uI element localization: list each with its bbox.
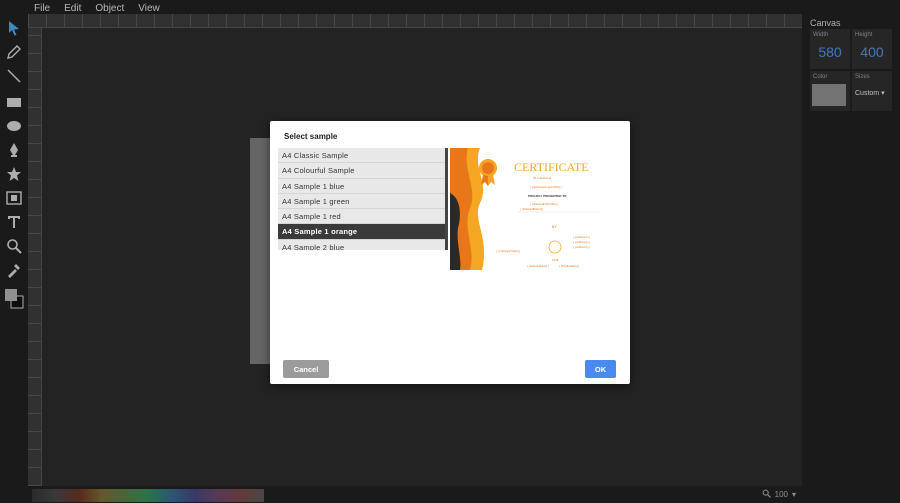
cancel-button[interactable]: Cancel (283, 360, 329, 378)
preview-line6: BY (552, 225, 557, 229)
certificate-preview: CERTIFICATE Of Completion {{IndicationCo… (450, 148, 602, 270)
editor-app: File Edit Object View Canvas Width 580 H… (0, 0, 900, 503)
sample-item[interactable]: A4 Sample 1 red (278, 209, 445, 225)
preview-line10: {{Address3}} (573, 245, 591, 249)
preview-heading: CERTIFICATE (514, 160, 589, 174)
preview-line3: PROUDLY PRESENTED TO (528, 194, 567, 198)
preview-line5: {{IndentedEmail}} (520, 207, 544, 211)
preview-line2: {{IndicationCourseTitle}} (530, 185, 563, 189)
dialog-title: Select sample (284, 132, 338, 141)
preview-line8: {{Address1}} (573, 235, 591, 239)
certificate-preview-image: CERTIFICATE Of Completion {{IndicationCo… (450, 148, 602, 270)
preview-line4: {{IndentedFullName}} (530, 202, 559, 206)
sample-list[interactable]: A4 Classic Sample A4 Colourful Sample A4… (278, 148, 448, 250)
preview-line13: {{ExpiresDate}} (559, 264, 580, 268)
ok-button[interactable]: OK (585, 360, 616, 378)
preview-line12: {{IndentedDate}} (527, 264, 549, 268)
sample-item[interactable]: A4 Sample 1 green (278, 194, 445, 210)
preview-line11: DATE (552, 259, 559, 262)
sample-item[interactable]: A4 Sample 1 blue (278, 179, 445, 194)
preview-line9: {{Address2}} (573, 240, 591, 244)
preview-line7: {{CompanyName}} (496, 249, 521, 253)
sample-item[interactable]: A4 Colourful Sample (278, 163, 445, 179)
sample-item[interactable]: A4 Classic Sample (278, 148, 445, 164)
select-sample-dialog: Select sample A4 Classic Sample A4 Colou… (270, 121, 630, 384)
sample-item-selected[interactable]: A4 Sample 1 orange (278, 224, 445, 240)
preview-line1: Of Completion (533, 176, 552, 180)
sample-item[interactable]: A4 Sample 2 blue (278, 240, 445, 250)
